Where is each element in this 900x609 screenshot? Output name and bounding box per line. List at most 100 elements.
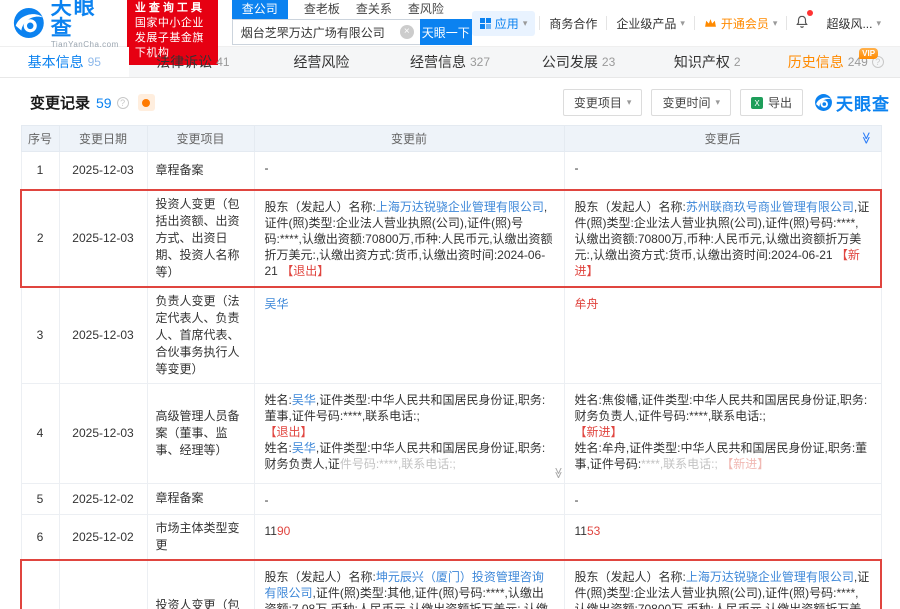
entity-link[interactable]: 吴华 [292,393,316,407]
change-status-tag: 90 [277,524,290,538]
cell-before: 股东（发起人）名称:坤元辰兴（厦门）投资管理咨询有限公司,证件(照)类型:其他,… [254,560,564,609]
cell-no: 4 [21,383,59,483]
entity-link[interactable]: 上海万达锐骁企业管理有限公司 [686,570,854,584]
watermark-label: 天眼查 [836,90,890,115]
col-header-item: 变更项目 [147,126,254,152]
table-row: 22025-12-03投资人变更（包括出资额、出资方式、出资日期、投资人名称等）… [21,190,881,287]
change-status-tag: 53 [587,524,600,538]
filter-label: 变更时间 [662,94,710,111]
cell-after: 牟舟 [564,287,881,384]
tab-count: 327 [470,55,490,69]
tab-count: 41 [216,55,229,69]
entity-link[interactable]: 吴华 [265,297,289,311]
change-record-table: 序号 变更日期 变更项目 变更前 变更后≫ 12025-12-03章程备案--2… [20,125,882,609]
col-header-after: 变更后 ≫ [564,126,881,152]
top-header: 天眼查 TianYanCha.com 都在用的商业查询工具 国家中小企业发展子基… [0,0,900,46]
search-input[interactable] [232,19,420,45]
cell-date: 2025-12-02 [59,514,147,560]
nav-member-label: 开通会员 [721,15,769,32]
search-tab[interactable]: 查公司 [232,0,288,19]
tab-count: 2 [734,55,741,69]
top-nav: 应用▾ 商务合作 企业级产品▾ 开通会员▾ 超级风...▾ [472,11,890,36]
nav-more-label: 超级风... [826,15,872,32]
nav-open-membership[interactable]: 开通会员 ▾ [695,15,787,32]
chevron-down-icon: ▾ [627,97,632,108]
cell-item: 负责人变更（法定代表人、负责人、首席代表、合伙事务执行人等变更） [147,287,254,384]
excel-icon: X [751,97,763,109]
col-header-before: 变更前 [254,126,564,152]
cell-before: 1190 [254,514,564,560]
nav-business-cooperation[interactable]: 商务合作 [540,15,606,32]
cell-text: - [575,161,579,175]
cell-item: 投资人变更（包括出资额、出资方式、出资日期、投资人名称等） [147,560,254,609]
cell-text: - [575,493,579,507]
cell-text: 件号码:****,联系电话:; [340,457,456,471]
cell-no: 2 [21,190,59,287]
tab-历史信息[interactable]: 历史信息249VIP? [771,47,900,77]
change-status-tag: 【退出】 [281,264,329,278]
tab-经营信息[interactable]: 经营信息 327 [386,47,515,77]
cell-no: 6 [21,514,59,560]
tab-label: 经营信息 [410,52,466,72]
cell-date: 2025-12-03 [59,383,147,483]
cell-before: - [254,152,564,190]
col-header-after-label: 变更后 [704,132,740,146]
tab-知识产权[interactable]: 知识产权 2 [643,47,772,77]
filter-change-item-button[interactable]: 变更项目▾ [563,89,643,116]
chevron-down-icon: ▾ [773,18,778,29]
change-record-section-header: 变更记录 59 ? 变更项目▾ 变更时间▾ X 导出 天眼查 [0,78,900,125]
clear-search-icon[interactable]: × [400,25,414,39]
tianyancha-page: 天眼查 TianYanCha.com 都在用的商业查询工具 国家中小企业发展子基… [0,0,900,609]
search-tab[interactable]: 查老板 [304,0,340,19]
promo-line1: 都在用的商业查询工具 [135,0,210,16]
nav-apps-label: 应用 [495,15,519,32]
entity-link[interactable]: 苏州联商玖号商业管理有限公司 [686,200,854,214]
cell-text: 股东（发起人）名称: [575,200,686,214]
tianyancha-logo[interactable]: 天眼查 TianYanCha.com [12,0,119,49]
tianyancha-logo-icon [12,6,46,40]
cell-text: 姓名: [265,441,292,455]
info-icon[interactable]: ? [117,97,129,109]
tab-label: 历史信息 [788,52,844,72]
monitor-alert-icon[interactable] [138,94,155,111]
cell-after: 1153 [564,514,881,560]
chevron-down-icon: ▾ [715,97,720,108]
cell-before: 吴华 [254,287,564,384]
filter-change-time-button[interactable]: 变更时间 ▾ [651,89,731,116]
collapse-all-icon[interactable]: ≫ [859,132,873,145]
nav-enterprise-products[interactable]: 企业级产品▾ [607,15,694,32]
chevron-down-icon: ▾ [876,18,881,29]
tab-基本信息[interactable]: 基本信息95 [0,47,129,77]
nav-apps[interactable]: 应用▾ [472,11,536,36]
search-tab[interactable]: 查关系 [356,0,392,19]
search-tabs: 查公司查老板查关系查风险 [232,1,472,19]
tab-经营风险[interactable]: 经营风险 [257,47,386,77]
cell-text: 姓名:焦俊幡,证件类型:中华人民共和国居民身份证,职务:财务负责人,证件号码:*… [575,393,868,423]
nav-super-risk[interactable]: 超级风... ▾ [817,15,890,32]
tab-法律诉讼[interactable]: 法律诉讼41 [129,47,258,77]
col-header-no: 序号 [21,126,59,152]
tab-label: 公司发展 [542,52,598,72]
cell-text: - [265,161,269,175]
cell-no: 1 [21,152,59,190]
tab-公司发展[interactable]: 公司发展23 [514,47,643,77]
cell-after: - [564,152,881,190]
notifications-bell[interactable] [787,14,817,32]
cell-after: 股东（发起人）名称:上海万达锐骁企业管理有限公司,证件(照)类型:企业法人营业执… [564,560,881,609]
bell-icon [795,14,809,29]
cell-text: 11 [265,524,277,538]
tab-label: 知识产权 [674,52,730,72]
crown-icon [704,18,717,29]
search-button[interactable]: 天眼一下 [420,19,472,45]
entity-link[interactable]: 吴华 [292,441,316,455]
change-table-body: 12025-12-03章程备案--22025-12-03投资人变更（包括出资额、… [21,152,881,609]
cell-text: 股东（发起人）名称: [265,200,376,214]
notification-dot [807,10,813,16]
chevron-down-icon: ▾ [680,18,685,29]
cell-text: 股东（发起人）名称: [575,570,686,584]
search-tab[interactable]: 查风险 [408,0,444,19]
export-button[interactable]: X 导出 [740,89,803,116]
grid-icon [480,18,491,29]
entity-link[interactable]: 上海万达锐骁企业管理有限公司 [376,200,544,214]
section-title: 变更记录 [30,92,90,113]
